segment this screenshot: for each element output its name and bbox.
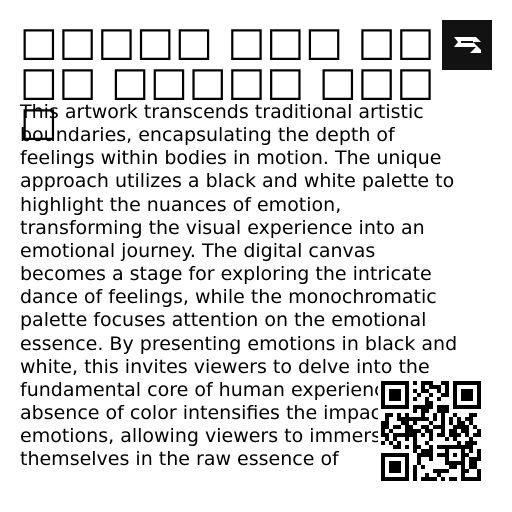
brand-logo-icon	[452, 34, 482, 56]
qr-code[interactable]	[378, 378, 484, 484]
qr-code-icon	[381, 381, 481, 481]
brand-logo-button[interactable]	[442, 20, 492, 70]
